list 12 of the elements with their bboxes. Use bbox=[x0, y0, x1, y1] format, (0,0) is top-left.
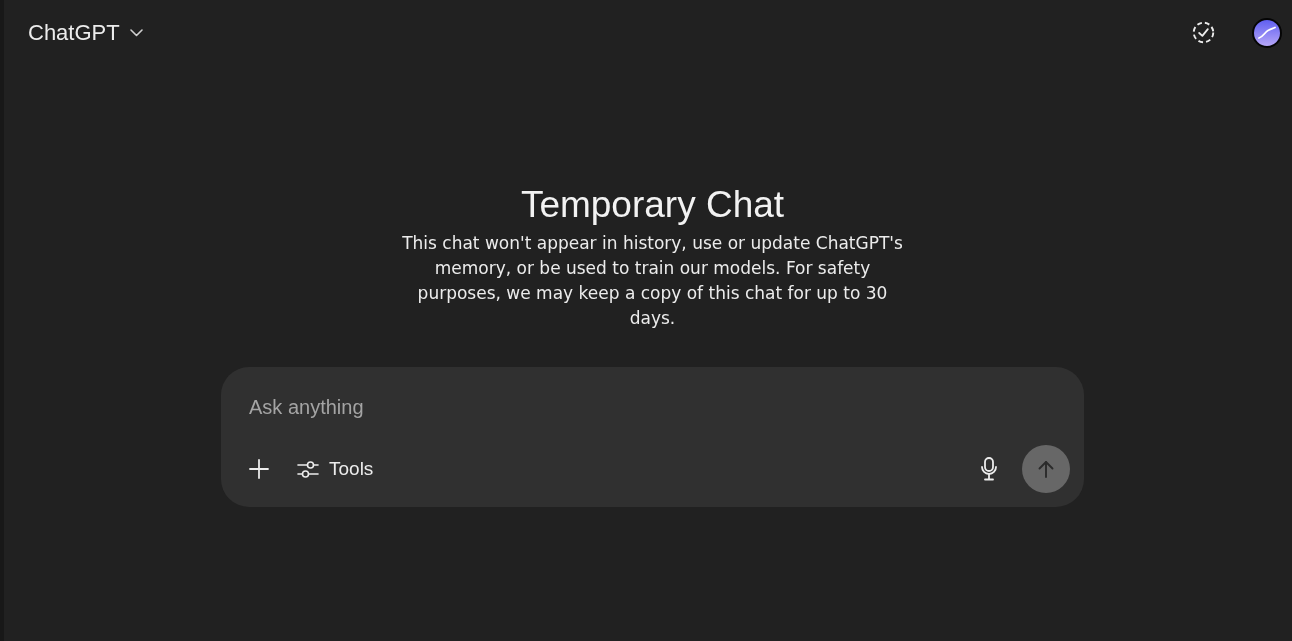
plus-icon[interactable] bbox=[249, 459, 269, 479]
avatar-icon[interactable] bbox=[1252, 17, 1282, 48]
model-selector-button[interactable]: ChatGPT bbox=[28, 15, 143, 50]
intro-text: This chat won't appear in history, use or update ChatGPT's memory, or be used to train our models. For safety purposes, we may keep a copy of this chat for up to 30 days. bbox=[401, 232, 904, 330]
microphone-icon[interactable] bbox=[980, 457, 998, 481]
message-input[interactable]: Ask anything bbox=[249, 389, 1056, 425]
sliders-icon bbox=[297, 459, 319, 479]
dashed-check-circle-icon[interactable] bbox=[1192, 21, 1215, 44]
chevron-down-icon bbox=[129, 28, 143, 37]
page-title: Temporary Chat bbox=[520, 183, 785, 227]
tools-button[interactable]: Tools bbox=[297, 454, 374, 484]
arrow-up-icon bbox=[1037, 460, 1055, 478]
